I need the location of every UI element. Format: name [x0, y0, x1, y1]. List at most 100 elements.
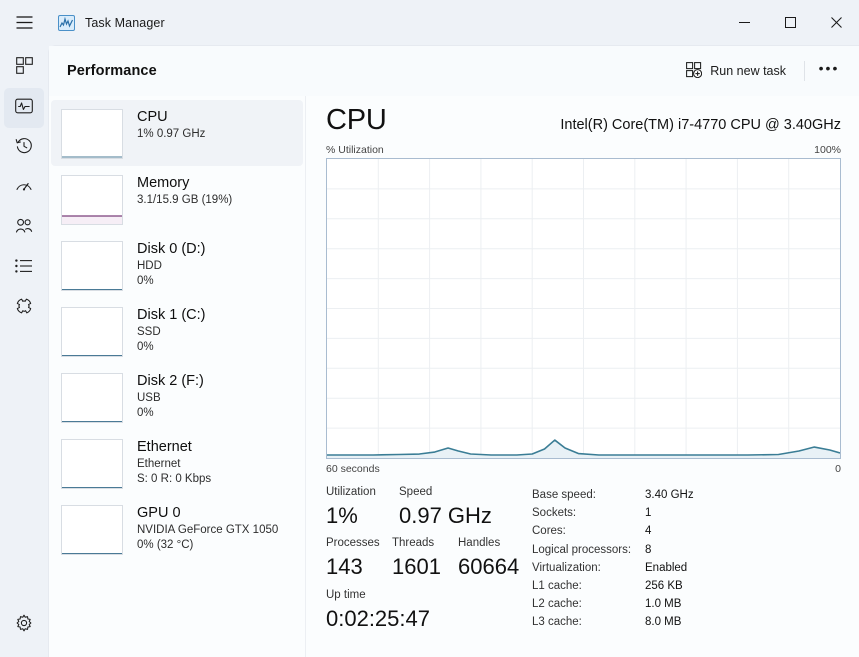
- spec-row-l2-cache: L2 cache: 1.0 MB: [532, 595, 841, 613]
- gauge-startup-icon: [15, 177, 33, 200]
- resource-item-disk-0[interactable]: Disk 0 (D:) HDD 0%: [51, 232, 303, 298]
- sidebar-item-processes[interactable]: [4, 48, 44, 88]
- run-new-task-button[interactable]: Run new task: [676, 56, 796, 86]
- toolbar-separator: [804, 61, 805, 81]
- resource-detail-line: 3.1/15.9 GB (19%): [137, 194, 233, 206]
- performance-main: CPU 1% 0.97 GHz Memory 3.1/15.9 GB (19%)…: [49, 96, 859, 657]
- resource-item-ethernet[interactable]: Ethernet Ethernet S: 0 R: 0 Kbps: [51, 430, 303, 496]
- graph-axis-labels: % Utilization 100%: [326, 144, 845, 156]
- toolbar: Performance Run new task •••: [49, 46, 859, 96]
- stat-label: Speed: [399, 486, 433, 498]
- cpu-detail-pane: CPU Intel(R) Core(TM) i7-4770 CPU @ 3.40…: [306, 96, 859, 657]
- cpu-stats-primary: Utilization 1% Speed 0.97 GHz Processes …: [326, 484, 531, 634]
- graph-y-axis-max: 100%: [814, 144, 841, 156]
- toolbar-actions: Run new task •••: [676, 56, 845, 86]
- spec-value: 8.0 MB: [645, 616, 682, 629]
- hamburger-menu-icon[interactable]: [0, 0, 48, 45]
- sidebar-item-app-history[interactable]: [4, 128, 44, 168]
- more-options-button[interactable]: •••: [813, 56, 845, 86]
- resource-detail-line-2: 0%: [137, 275, 154, 287]
- detail-header: CPU Intel(R) Core(TM) i7-4770 CPU @ 3.40…: [326, 102, 845, 138]
- task-manager-window: Task Manager Performance Run new task ••…: [0, 0, 859, 657]
- stat-utilization: Utilization 1%: [326, 484, 399, 531]
- maximize-button[interactable]: [767, 0, 813, 45]
- spec-value: 256 KB: [645, 580, 683, 593]
- spec-key: Sockets:: [532, 507, 577, 520]
- close-button[interactable]: [813, 0, 859, 45]
- graph-time-labels: 60 seconds 0: [326, 463, 845, 475]
- sidebar-item-details[interactable]: [4, 248, 44, 288]
- pulse-performance-icon: [15, 97, 33, 120]
- window-title: Task Manager: [85, 15, 165, 30]
- stat-value: 60664: [458, 554, 520, 579]
- sidebar-item-users[interactable]: [4, 208, 44, 248]
- clock-history-icon: [15, 137, 33, 160]
- people-users-icon: [15, 217, 33, 240]
- cpu-model-label: Intel(R) Core(TM) i7-4770 CPU @ 3.40GHz: [560, 117, 841, 133]
- sidebar-item-startup-apps[interactable]: [4, 168, 44, 208]
- window-body: Performance Run new task ••• CPU 1% 0.97…: [0, 45, 859, 657]
- graph-gridlines: [327, 159, 840, 458]
- cpu-thumbnail-graph: [61, 109, 123, 159]
- ellipsis-icon: •••: [818, 60, 840, 76]
- stat-value: 0.97 GHz: [399, 503, 492, 528]
- cpu-utilization-graph[interactable]: [326, 158, 841, 459]
- spec-value: 1.0 MB: [645, 598, 682, 611]
- spec-key: Virtualization:: [532, 561, 601, 574]
- sidebar-item-services[interactable]: [4, 288, 44, 328]
- resource-item-cpu[interactable]: CPU 1% 0.97 GHz: [51, 100, 303, 166]
- sidebar-item-performance[interactable]: [4, 88, 44, 128]
- ethernet-thumbnail-graph: [61, 439, 123, 489]
- spec-key: Base speed:: [532, 489, 596, 501]
- resource-detail-line: HDD: [137, 260, 162, 272]
- settings-gear-icon: [15, 614, 33, 637]
- resource-item-disk-2[interactable]: Disk 2 (F:) USB 0%: [51, 364, 303, 430]
- resource-item-text: Memory 3.1/15.9 GB (19%): [137, 174, 232, 208]
- disk1-thumbnail-graph: [61, 307, 123, 357]
- spec-key: L3 cache:: [532, 616, 582, 629]
- page-title: Performance: [67, 63, 157, 79]
- spec-row-virtualization: Virtualization: Enabled: [532, 559, 841, 577]
- stat-speed: Speed 0.97 GHz: [399, 484, 492, 531]
- resource-name: Disk 1 (C:): [137, 307, 206, 323]
- stat-value: 143: [326, 554, 363, 579]
- resource-detail-line-2: 0%: [137, 407, 154, 419]
- settings-button[interactable]: [4, 605, 44, 645]
- resource-item-text: Disk 1 (C:) SSD 0%: [137, 306, 205, 355]
- cpu-stats: Utilization 1% Speed 0.97 GHz Processes …: [326, 484, 845, 634]
- spec-key: Logical processors:: [532, 543, 632, 556]
- stat-label: Threads: [392, 537, 435, 549]
- stat-label: Utilization: [326, 486, 376, 498]
- grid-processes-icon: [15, 57, 33, 79]
- services-gear-icon: [15, 297, 33, 320]
- resource-name: Memory: [137, 175, 190, 191]
- resource-item-memory[interactable]: Memory 3.1/15.9 GB (19%): [51, 166, 303, 232]
- spec-value: 3.40 GHz: [645, 489, 694, 501]
- resource-detail-line: USB: [137, 392, 161, 404]
- spec-row-l1-cache: L1 cache: 256 KB: [532, 577, 841, 595]
- stat-label: Processes: [326, 537, 380, 549]
- stat-label: Up time: [326, 589, 366, 601]
- stat-value: 1601: [392, 554, 441, 579]
- resource-detail-line-2: 0%: [137, 341, 154, 353]
- resource-name: Disk 2 (F:): [137, 373, 204, 389]
- minimize-button[interactable]: [721, 0, 767, 45]
- disk2-thumbnail-graph: [61, 373, 123, 423]
- spec-key: Cores:: [532, 525, 566, 538]
- cpu-spec-table: Base speed: 3.40 GHz Sockets: 1 Cores: 4: [531, 484, 841, 634]
- stat-threads: Threads 1601: [392, 535, 458, 582]
- spec-row-logical-processors: Logical processors: 8: [532, 541, 841, 559]
- detail-title: CPU: [326, 104, 387, 136]
- resource-detail-line: Ethernet: [137, 458, 181, 470]
- stat-handles: Handles 60664: [458, 535, 519, 582]
- resource-name: GPU 0: [137, 505, 181, 521]
- resource-detail-line-2: 0% (32 °C): [137, 539, 194, 551]
- resource-list: CPU 1% 0.97 GHz Memory 3.1/15.9 GB (19%)…: [49, 96, 306, 657]
- resource-item-disk-1[interactable]: Disk 1 (C:) SSD 0%: [51, 298, 303, 364]
- spec-value: 4: [645, 525, 652, 538]
- stat-value: 1%: [326, 503, 358, 528]
- graph-time-end: 0: [835, 463, 841, 475]
- content-card: Performance Run new task ••• CPU 1% 0.97…: [48, 45, 859, 657]
- stat-label: Handles: [458, 537, 501, 549]
- resource-item-gpu-0[interactable]: GPU 0 NVIDIA GeForce GTX 1050 0% (32 °C): [51, 496, 303, 562]
